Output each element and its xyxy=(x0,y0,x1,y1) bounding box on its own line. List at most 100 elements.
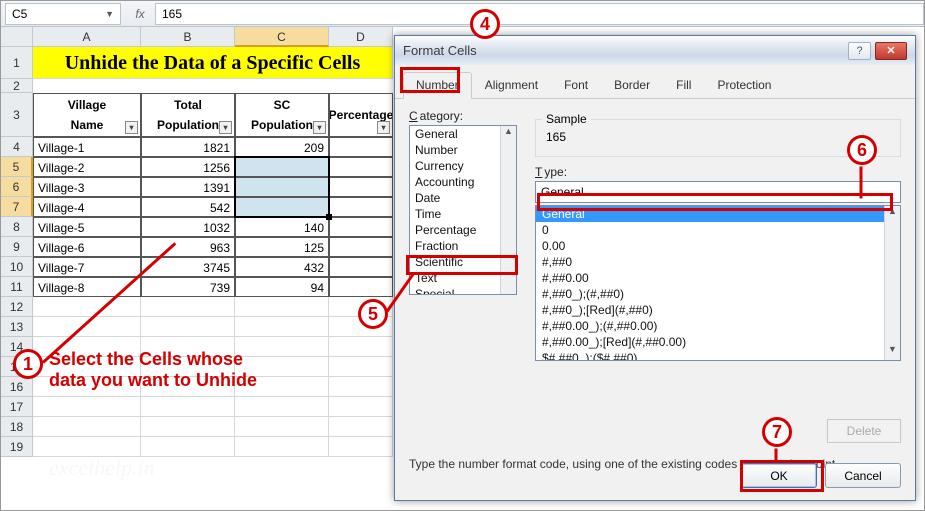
empty-cell[interactable] xyxy=(329,397,393,417)
empty-cell[interactable] xyxy=(141,417,235,437)
cell-sc[interactable]: 432 xyxy=(235,257,329,277)
cell-name[interactable]: Village-2 xyxy=(33,157,141,177)
empty-cell[interactable] xyxy=(235,397,329,417)
help-button[interactable]: ? xyxy=(848,42,871,60)
cell-name[interactable]: Village-3 xyxy=(33,177,141,197)
row-header-8[interactable]: 8 xyxy=(1,217,33,237)
type-item[interactable]: #,##0.00_);[Red](#,##0.00) xyxy=(536,334,900,350)
cell-pct[interactable] xyxy=(329,197,393,217)
cell-pop[interactable]: 1256 xyxy=(141,157,235,177)
empty-cell[interactable] xyxy=(235,417,329,437)
header-2[interactable]: SCPopulation▾ xyxy=(235,93,329,137)
row-header-9[interactable]: 9 xyxy=(1,237,33,257)
tab-fill[interactable]: Fill xyxy=(663,72,704,99)
cell-name[interactable]: Village-7 xyxy=(33,257,141,277)
cell-name[interactable]: Village-5 xyxy=(33,217,141,237)
type-item[interactable]: #,##0.00 xyxy=(536,270,900,286)
type-item[interactable]: General xyxy=(536,206,900,222)
cell-pop[interactable]: 963 xyxy=(141,237,235,257)
title-cell[interactable]: Unhide the Data of a Specific Cells xyxy=(33,47,393,79)
row-header-18[interactable]: 18 xyxy=(1,417,33,437)
empty-cell[interactable] xyxy=(33,297,141,317)
type-listbox[interactable]: General00.00#,##0#,##0.00#,##0_);(#,##0)… xyxy=(535,205,901,361)
cell-pop[interactable]: 1821 xyxy=(141,137,235,157)
cell-pop[interactable]: 542 xyxy=(141,197,235,217)
type-item[interactable]: #,##0 xyxy=(536,254,900,270)
empty-cell[interactable] xyxy=(33,417,141,437)
cell-pct[interactable] xyxy=(329,257,393,277)
type-input[interactable] xyxy=(535,181,901,203)
empty-cell[interactable] xyxy=(235,317,329,337)
col-header-C[interactable]: C xyxy=(235,27,329,47)
cell-pct[interactable] xyxy=(329,217,393,237)
name-box-dropdown-icon[interactable]: ▼ xyxy=(105,9,114,19)
empty-cell[interactable] xyxy=(329,377,393,397)
fx-icon[interactable]: fx xyxy=(129,4,151,24)
cell-pop[interactable]: 1391 xyxy=(141,177,235,197)
tab-alignment[interactable]: Alignment xyxy=(472,72,551,99)
cell-sc[interactable]: 209 xyxy=(235,137,329,157)
empty-cell[interactable] xyxy=(329,437,393,457)
cell-sc[interactable] xyxy=(235,157,329,177)
row-header-4[interactable]: 4 xyxy=(1,137,33,157)
cell-pct[interactable] xyxy=(329,237,393,257)
row-header-12[interactable]: 12 xyxy=(1,297,33,317)
cell-name[interactable]: Village-4 xyxy=(33,197,141,217)
header-1[interactable]: TotalPopulation▾ xyxy=(141,93,235,137)
cell-sc[interactable] xyxy=(235,177,329,197)
cell-pct[interactable] xyxy=(329,277,393,297)
row-header-16[interactable]: 16 xyxy=(1,377,33,397)
cell-name[interactable]: Village-1 xyxy=(33,137,141,157)
col-header-B[interactable]: B xyxy=(141,27,235,47)
name-box[interactable]: C5 ▼ xyxy=(5,3,121,25)
row-header-19[interactable]: 19 xyxy=(1,437,33,457)
cell-name[interactable]: Village-6 xyxy=(33,237,141,257)
dialog-titlebar[interactable]: Format Cells ? ✕ xyxy=(395,36,915,65)
row-header-10[interactable]: 10 xyxy=(1,257,33,277)
row-header-13[interactable]: 13 xyxy=(1,317,33,337)
ok-button[interactable]: OK xyxy=(741,463,817,488)
cell-sc[interactable]: 125 xyxy=(235,237,329,257)
cell-pop[interactable]: 739 xyxy=(141,277,235,297)
header-3[interactable]: Percentage▾ xyxy=(329,93,393,137)
formula-input[interactable]: 165 xyxy=(155,3,924,25)
row-header-2[interactable]: 2 xyxy=(1,79,33,93)
header-0[interactable]: VillageName▾ xyxy=(33,93,141,137)
type-item[interactable]: #,##0_);(#,##0) xyxy=(536,286,900,302)
cell-sc[interactable]: 94 xyxy=(235,277,329,297)
row-header-7[interactable]: 7 xyxy=(1,197,33,217)
type-item[interactable]: 0 xyxy=(536,222,900,238)
empty-cell[interactable] xyxy=(141,437,235,457)
row-header-11[interactable]: 11 xyxy=(1,277,33,297)
close-button[interactable]: ✕ xyxy=(875,42,907,60)
cancel-button[interactable]: Cancel xyxy=(825,463,901,488)
empty-cell[interactable] xyxy=(235,437,329,457)
col-header-D[interactable]: D xyxy=(329,27,393,47)
empty-cell[interactable] xyxy=(329,357,393,377)
type-item[interactable]: #,##0.00_);(#,##0.00) xyxy=(536,318,900,334)
tab-number[interactable]: Number xyxy=(403,72,472,99)
cell-sc[interactable]: 140 xyxy=(235,217,329,237)
empty-cell[interactable] xyxy=(329,417,393,437)
type-item[interactable]: #,##0_);[Red](#,##0) xyxy=(536,302,900,318)
type-item[interactable]: 0.00 xyxy=(536,238,900,254)
scrollbar[interactable]: ▲▼ xyxy=(884,206,900,360)
cell-pct[interactable] xyxy=(329,177,393,197)
empty-cell[interactable] xyxy=(141,397,235,417)
row-header-3[interactable]: 3 xyxy=(1,93,33,137)
empty-cell[interactable] xyxy=(33,397,141,417)
col-header-A[interactable]: A xyxy=(33,27,141,47)
cell-sc[interactable] xyxy=(235,197,329,217)
tab-protection[interactable]: Protection xyxy=(704,72,784,99)
row-header-5[interactable]: 5 xyxy=(1,157,33,177)
select-all-corner[interactable] xyxy=(1,27,33,47)
cell-pct[interactable] xyxy=(329,137,393,157)
empty-cell[interactable] xyxy=(33,437,141,457)
empty-cell[interactable] xyxy=(235,297,329,317)
category-listbox[interactable]: GeneralNumberCurrencyAccountingDateTimeP… xyxy=(409,125,517,295)
empty-cell[interactable] xyxy=(141,297,235,317)
empty-cell[interactable] xyxy=(329,337,393,357)
cell-pop[interactable]: 1032 xyxy=(141,217,235,237)
tab-font[interactable]: Font xyxy=(551,72,601,99)
row-header-1[interactable]: 1 xyxy=(1,47,33,79)
